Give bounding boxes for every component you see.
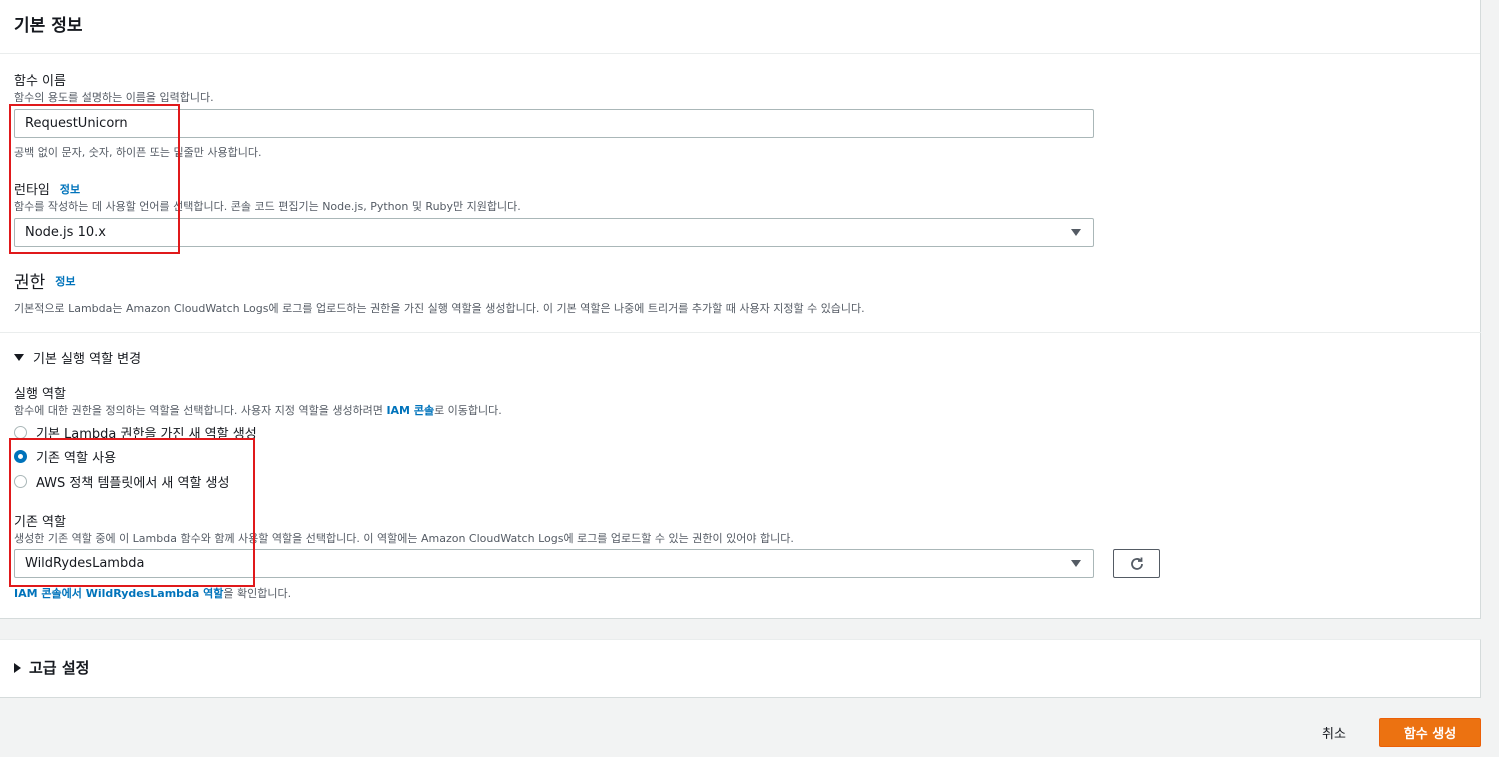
function-name-description: 함수의 용도를 설명하는 이름을 입력합니다.: [14, 91, 214, 104]
existing-role-select[interactable]: WildRydesLambda: [14, 549, 1094, 578]
execution-role-label: 실행 역할: [14, 387, 66, 402]
runtime-label: 런타임: [14, 183, 50, 198]
change-role-toggle-label: 기본 실행 역할 변경: [33, 352, 142, 367]
iam-console-link[interactable]: IAM 콘솔: [386, 404, 434, 417]
view-role-in-iam-link[interactable]: IAM 콘솔에서 WildRydesLambda 역할: [14, 587, 223, 600]
refresh-icon: [1130, 557, 1143, 570]
runtime-selected-value: Node.js 10.x: [25, 225, 106, 240]
caret-down-icon: [14, 354, 24, 361]
existing-role-view-hint: IAM 콘솔에서 WildRydesLambda 역할을 확인합니다.: [14, 585, 291, 601]
permissions-heading-row: 권한 정보: [14, 268, 76, 293]
create-function-button[interactable]: 함수 생성: [1379, 718, 1481, 747]
radio-button-checked[interactable]: [14, 450, 27, 463]
runtime-description: 함수를 작성하는 데 사용할 언어를 선택합니다. 콘솔 코드 편집기는 Nod…: [14, 200, 521, 213]
runtime-label-row: 런타임 정보: [14, 179, 80, 199]
radio-label: AWS 정책 템플릿에서 새 역할 생성: [36, 476, 230, 491]
function-name-hint: 공백 없이 문자, 숫자, 하이픈 또는 밑줄만 사용합니다.: [14, 146, 262, 159]
radio-label: 기존 역할 사용: [36, 451, 117, 466]
radio-option-policy-template[interactable]: AWS 정책 템플릿에서 새 역할 생성: [14, 472, 229, 491]
basic-info-panel: 기본 정보 함수 이름 함수의 용도를 설명하는 이름을 입력합니다. 공백 없…: [0, 0, 1481, 619]
execution-role-description: 함수에 대한 권한을 정의하는 역할을 선택합니다. 사용자 지정 역할을 생성…: [14, 402, 502, 418]
execution-role-description-text: 함수에 대한 권한을 정의하는 역할을 선택합니다. 사용자 지정 역할을 생성…: [14, 404, 383, 417]
refresh-roles-button[interactable]: [1113, 549, 1160, 578]
existing-role-description: 생성한 기존 역할 중에 이 Lambda 함수와 함께 사용할 역할을 선택합…: [14, 532, 794, 545]
radio-button[interactable]: [14, 426, 27, 439]
function-name-label: 함수 이름: [14, 74, 66, 89]
execution-role-description-suffix: 로 이동합니다.: [434, 404, 502, 417]
panel-title: 기본 정보: [14, 16, 83, 36]
function-name-input[interactable]: [14, 109, 1094, 138]
existing-role-label: 기존 역할: [14, 515, 66, 530]
panel-header: 기본 정보: [0, 0, 1480, 54]
cancel-button[interactable]: 취소: [1305, 718, 1363, 747]
permissions-info-link[interactable]: 정보: [55, 273, 75, 289]
section-divider: [0, 332, 1481, 333]
caret-right-icon: [14, 662, 21, 673]
permissions-title: 권한: [14, 273, 46, 293]
chevron-down-icon: [1071, 560, 1081, 567]
existing-role-selected-value: WildRydesLambda: [25, 556, 145, 571]
advanced-settings-title: 고급 설정: [29, 659, 90, 677]
change-role-toggle[interactable]: 기본 실행 역할 변경: [14, 348, 141, 367]
radio-option-new-role[interactable]: 기본 Lambda 권한을 가진 새 역할 생성: [14, 423, 257, 442]
radio-button[interactable]: [14, 475, 27, 488]
existing-role-view-suffix: 을 확인합니다.: [223, 587, 292, 600]
radio-option-existing-role[interactable]: 기존 역할 사용: [14, 447, 116, 466]
radio-label: 기본 Lambda 권한을 가진 새 역할 생성: [36, 427, 257, 442]
runtime-info-link[interactable]: 정보: [60, 181, 80, 197]
runtime-select[interactable]: Node.js 10.x: [14, 218, 1094, 247]
permissions-description: 기본적으로 Lambda는 Amazon CloudWatch Logs에 로그…: [14, 302, 865, 315]
advanced-settings-panel: 고급 설정: [0, 639, 1481, 698]
chevron-down-icon: [1071, 229, 1081, 236]
advanced-settings-toggle[interactable]: 고급 설정: [14, 657, 89, 678]
